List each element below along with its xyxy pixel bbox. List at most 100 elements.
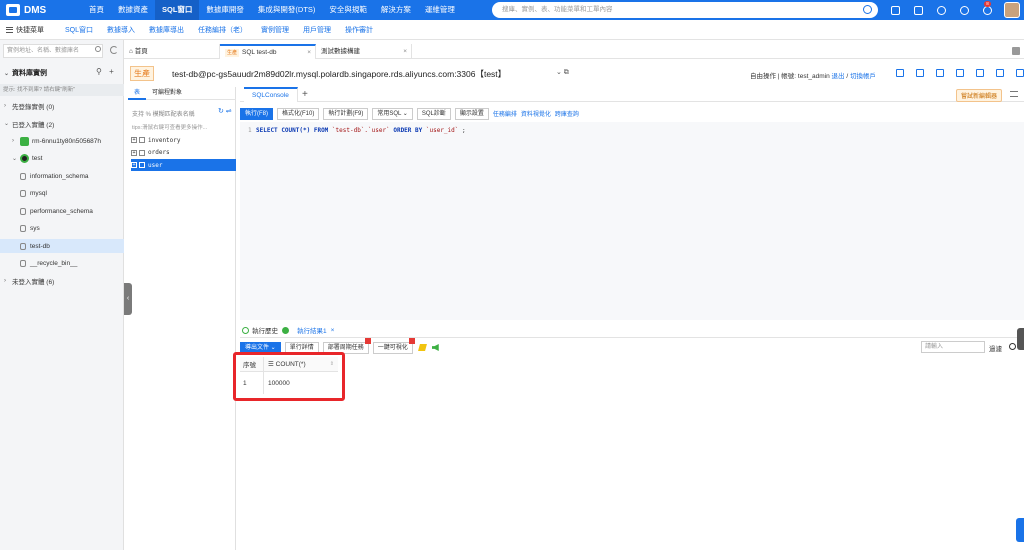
side-handle[interactable] <box>1016 518 1024 542</box>
sub-nav-item[interactable]: SQL窗口 <box>58 25 100 35</box>
tab-sql-test-db[interactable]: 生產 SQL test-db × <box>220 44 316 59</box>
add-tab-icon[interactable]: + <box>302 87 308 102</box>
sub-nav-item[interactable]: 數據庫導出 <box>142 25 191 35</box>
table-item[interactable]: + orders <box>131 147 236 159</box>
close-icon[interactable]: × <box>331 327 335 334</box>
tree-item[interactable]: mysql <box>0 187 124 201</box>
result-filter-input[interactable]: 請輸入 <box>921 341 985 353</box>
nav-item[interactable]: 解決方案 <box>374 0 418 20</box>
table-icon[interactable] <box>916 69 924 77</box>
menu-icon[interactable] <box>1010 91 1018 97</box>
logout-link[interactable]: 退出 <box>832 73 845 80</box>
tab-history[interactable]: 執行歷史 <box>242 325 278 335</box>
speaker-icon[interactable] <box>431 344 439 351</box>
execute-button[interactable]: 執行(F8) <box>240 107 273 120</box>
tab-result-1[interactable]: 執行結果1 <box>297 325 327 335</box>
tree-item[interactable]: information_schema <box>0 169 124 183</box>
tab-tables[interactable]: 表 <box>128 87 147 100</box>
nav-item[interactable]: 數據資產 <box>111 0 155 20</box>
common-sql-button[interactable]: 常用SQL ⌄ <box>372 107 413 120</box>
filter-label[interactable]: 過濾 <box>989 343 1002 353</box>
expand-icon[interactable]: + <box>131 149 137 156</box>
tab-test-data[interactable]: 測試數據構建 × <box>316 44 412 59</box>
sub-nav-item[interactable]: 實例管理 <box>254 25 296 35</box>
nav-item[interactable]: 運維管理 <box>418 0 462 20</box>
tree-item[interactable]: test-db <box>0 239 124 253</box>
help-icon[interactable] <box>937 5 946 15</box>
table-item[interactable]: + user <box>131 159 236 171</box>
upload-icon[interactable] <box>996 69 1004 77</box>
grid-icon[interactable] <box>896 69 904 77</box>
sql-diagnose-button[interactable]: SQL診斷 <box>416 107 451 120</box>
table-item[interactable]: + inventory <box>131 134 236 146</box>
tree-item[interactable]: › 未登入實體 (6) <box>0 274 124 288</box>
sub-nav-item[interactable]: 任務編排（老） <box>191 25 254 35</box>
chart-icon[interactable] <box>976 69 984 77</box>
refresh-icon[interactable]: ↻ ⇌ <box>218 107 232 115</box>
sub-nav-item[interactable]: 操作審計 <box>338 25 380 35</box>
chevron-down-icon[interactable]: ⌄ ⧉ <box>556 68 569 77</box>
tabs-menu-icon[interactable] <box>1012 47 1020 55</box>
explain-button[interactable]: 執行計劃(F9) <box>323 107 369 120</box>
search-icon[interactable] <box>95 46 101 52</box>
clipboard-icon[interactable] <box>914 5 923 15</box>
close-icon[interactable]: × <box>403 44 407 59</box>
sub-nav-item[interactable]: 用戶管理 <box>296 25 338 35</box>
document-icon[interactable] <box>891 5 900 15</box>
fullscreen-icon[interactable] <box>1016 69 1024 77</box>
close-icon[interactable]: × <box>307 46 311 59</box>
tree-item[interactable]: sys <box>0 222 124 236</box>
global-search-input[interactable]: 搜庫、實例、表、功能菜單和工單內容 <box>492 2 878 18</box>
filter-icon[interactable]: ⚲ <box>96 67 102 76</box>
chevron-right-icon[interactable]: › <box>4 278 12 284</box>
tab-sqlconsole[interactable]: SQLConsole <box>244 87 298 102</box>
switch-account-link[interactable]: 切換帳戶 <box>850 73 876 80</box>
table-search-input[interactable]: 支持 % 模糊匹配表名稱 <box>132 109 195 118</box>
try-new-editor-button[interactable]: 嘗試新編輯器 <box>956 89 1003 102</box>
mode-label[interactable]: 自由操作 <box>750 73 776 80</box>
sql-keyword: ORDER BY <box>393 127 423 134</box>
expand-icon[interactable]: + <box>131 137 137 143</box>
tree-item[interactable]: ⌄ 已登入實體 (2) <box>0 117 124 131</box>
avatar[interactable] <box>1004 2 1020 18</box>
tab-home[interactable]: ⌂ 首頁 <box>124 44 220 59</box>
collapse-handle[interactable] <box>1017 328 1024 350</box>
globe-icon[interactable] <box>960 5 969 15</box>
nav-item[interactable]: 安全與規範 <box>322 0 374 20</box>
tree-item[interactable]: › 先登錄實例 (0) <box>0 99 124 113</box>
search-icon[interactable] <box>863 5 872 14</box>
shield-icon[interactable] <box>936 69 944 77</box>
nav-item[interactable]: 數據庫開發 <box>199 0 251 20</box>
data-visualization-link[interactable]: 資料視覺化 <box>521 109 551 118</box>
refresh-icon[interactable] <box>110 46 118 54</box>
search-icon[interactable] <box>1009 343 1016 350</box>
edit-icon[interactable] <box>417 344 427 351</box>
chevron-down-icon[interactable]: ⌄ <box>4 70 12 77</box>
sub-nav-item[interactable]: 數據導入 <box>100 25 142 35</box>
sql-editor[interactable]: 1 SELECT COUNT(*) FROM `test-db`.`user` … <box>240 122 1024 320</box>
tree-item[interactable]: › rm-6nnu1ty80n505687h <box>0 134 124 148</box>
instance-search-input[interactable]: 實例地址、名稱、數據庫名 <box>3 44 103 58</box>
tree-item[interactable]: __recycle_bin__ <box>0 257 124 271</box>
cross-db-query-link[interactable]: 跨庫查詢 <box>555 109 579 118</box>
expand-icon[interactable]: + <box>131 162 137 168</box>
tree-item[interactable]: performance_schema <box>0 204 124 218</box>
quick-menu[interactable]: 快捷菜單 <box>0 25 58 35</box>
chevron-right-icon[interactable]: › <box>4 103 12 109</box>
nav-item[interactable]: SQL窗口 <box>155 0 200 20</box>
add-icon[interactable]: + <box>109 67 114 76</box>
tree-item[interactable]: ⌄ test <box>0 152 124 166</box>
format-button[interactable]: 格式化(F10) <box>277 107 320 120</box>
display-settings-button[interactable]: 顯示設置 <box>454 107 489 120</box>
connection-string[interactable]: test-db@pc-gs5auudr2m89d02lr.mysql.polar… <box>172 68 506 80</box>
chevron-right-icon[interactable]: › <box>12 138 20 144</box>
task-orchestration-link[interactable]: 任務編排 <box>493 109 517 118</box>
tab-programmable[interactable]: 可編程對象 <box>146 87 188 100</box>
nav-item[interactable]: 首頁 <box>82 0 111 20</box>
logo[interactable]: DMS <box>0 4 82 16</box>
one-click-visualize-button[interactable]: 一鍵可視化 <box>372 337 415 354</box>
nav-item[interactable]: 集成與開發(DTS) <box>251 0 323 20</box>
chevron-down-icon[interactable]: ⌄ <box>12 155 20 162</box>
edit-icon[interactable] <box>956 69 964 77</box>
chevron-down-icon[interactable]: ⌄ <box>4 120 12 127</box>
